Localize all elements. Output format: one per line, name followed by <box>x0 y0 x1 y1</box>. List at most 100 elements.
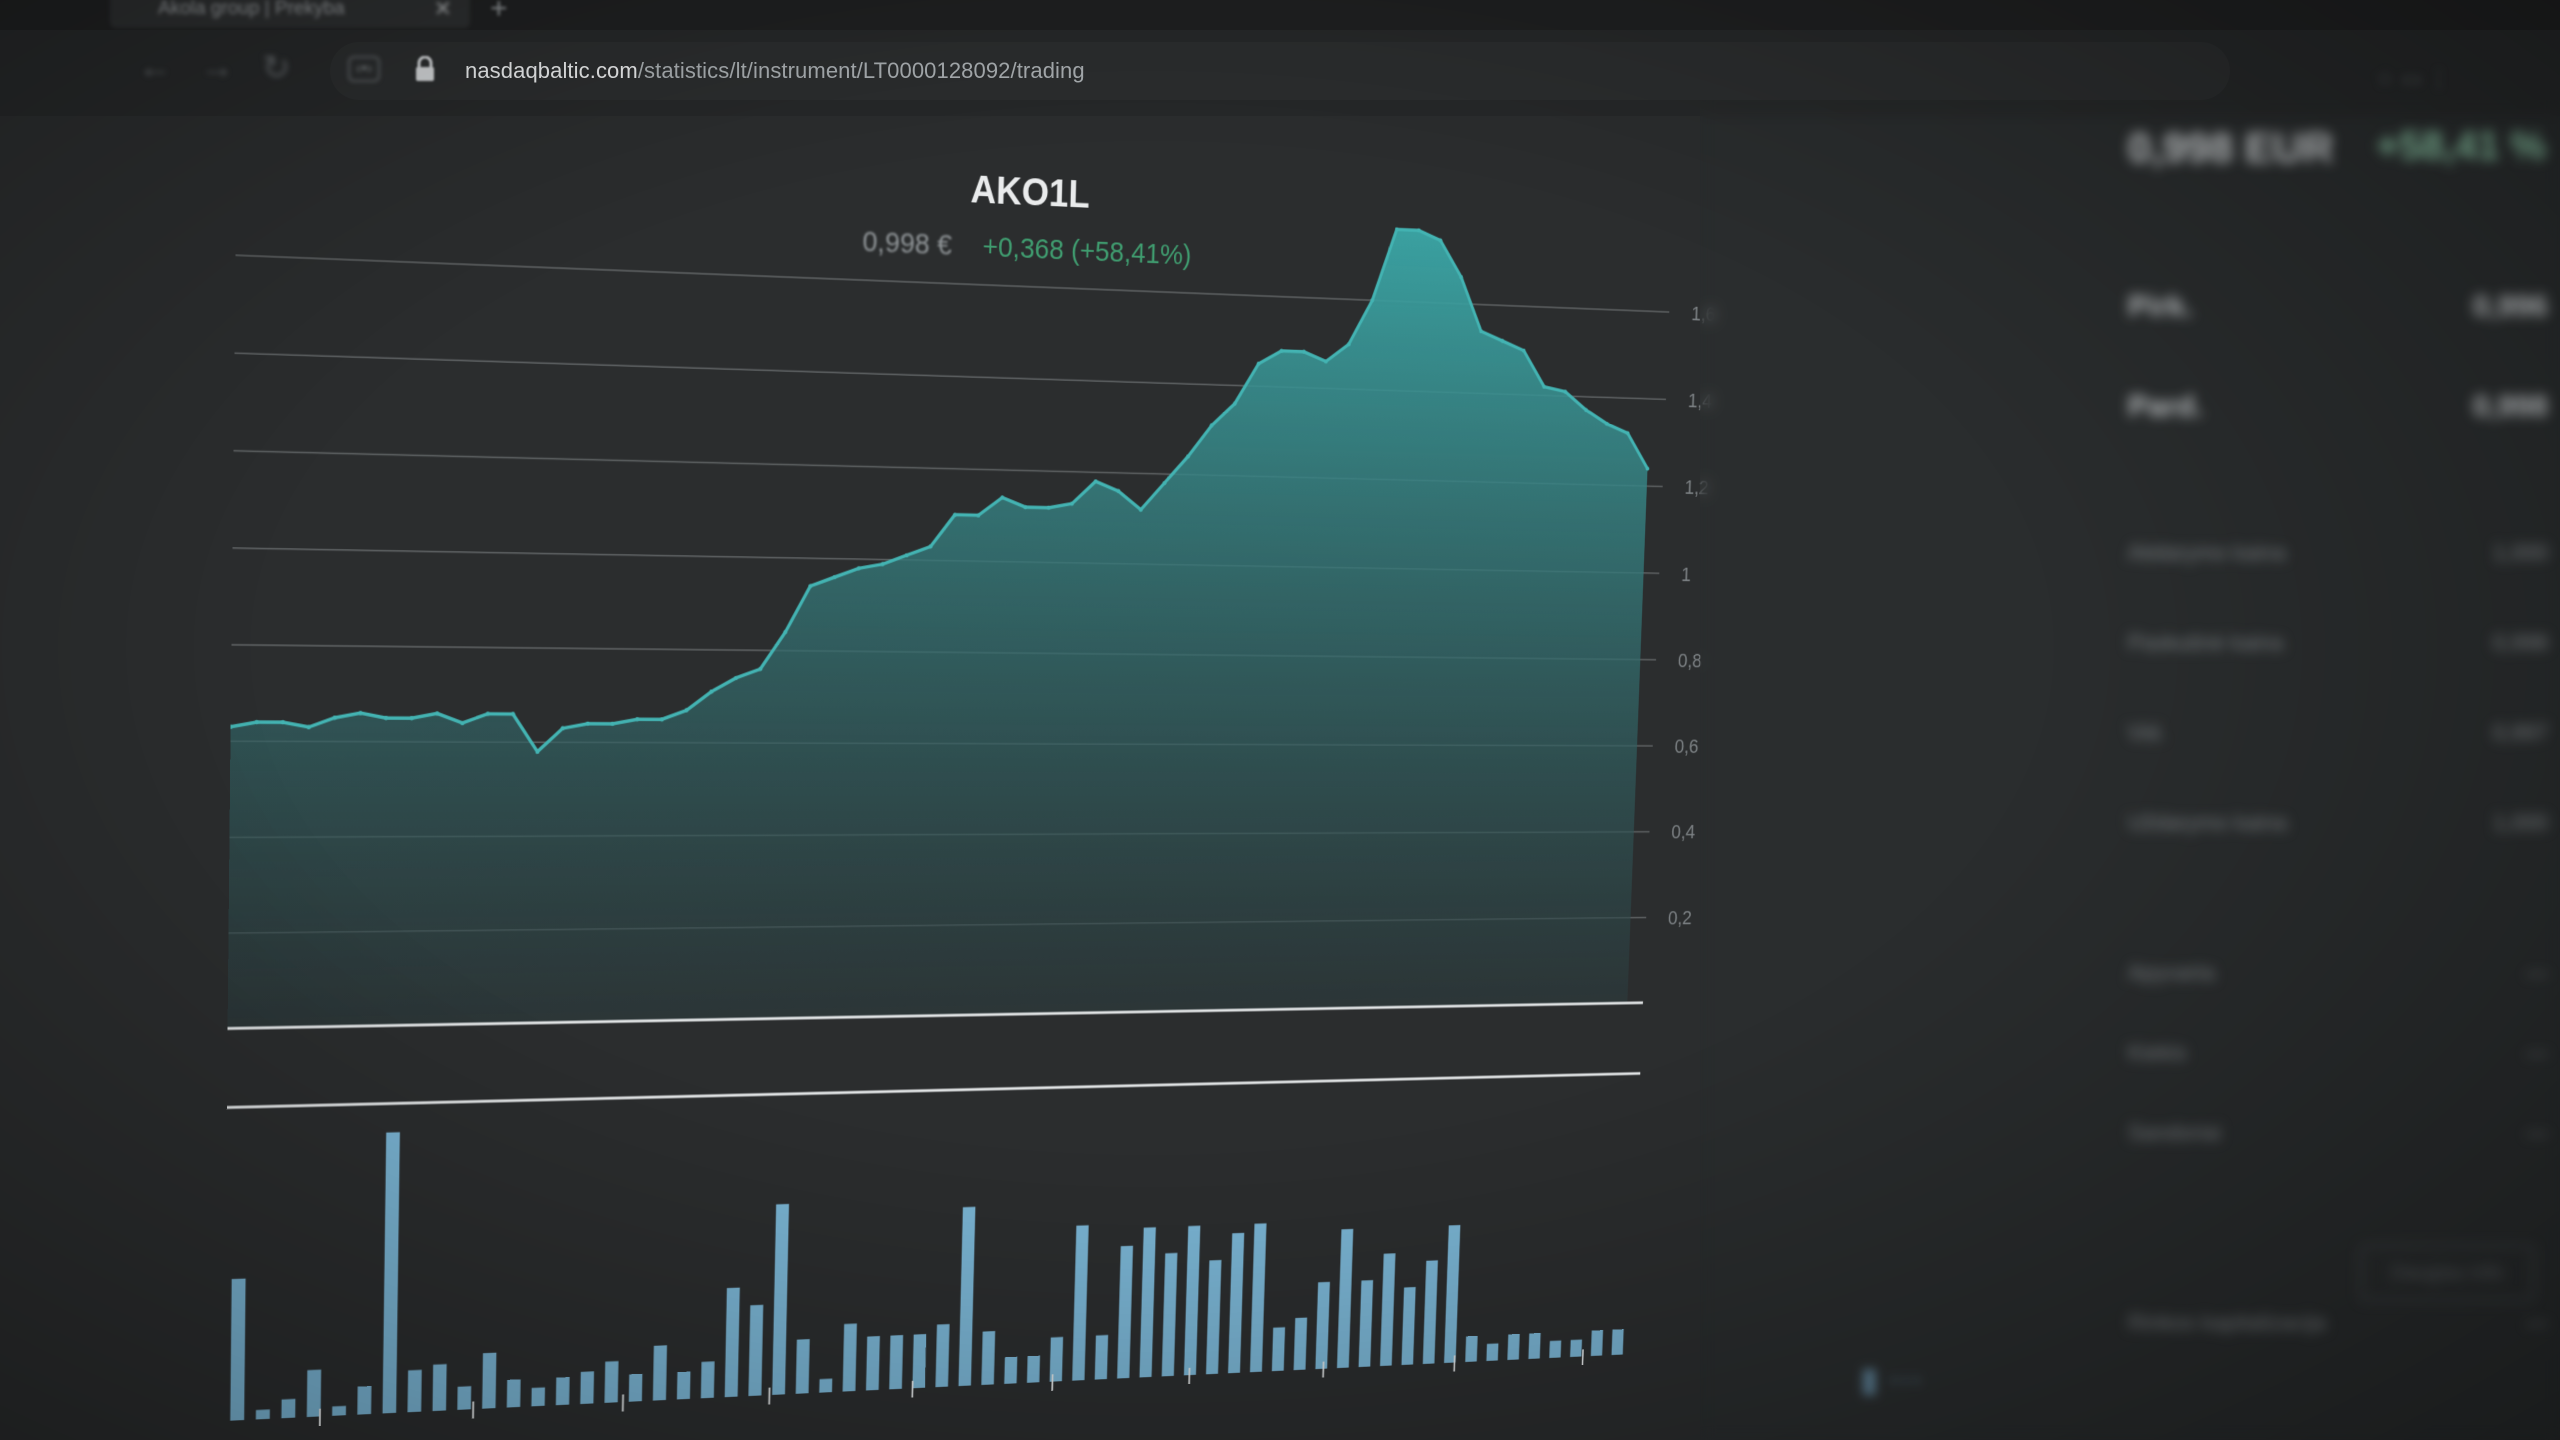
volume-bar[interactable] <box>1549 1340 1562 1359</box>
stats-row: Paskutinė kaina 0,998 <box>2128 630 2548 655</box>
stats-row: Pard. 0,998 <box>2128 390 2548 423</box>
volume-bar[interactable] <box>1094 1334 1109 1380</box>
volume-bar[interactable] <box>1380 1253 1396 1367</box>
more-info-button[interactable]: Daugiau info <box>2360 1245 2534 1301</box>
url-host: nasdaqbaltic.com <box>465 58 638 83</box>
volume-bar[interactable] <box>1528 1332 1541 1360</box>
new-tab-icon[interactable]: + <box>490 0 508 26</box>
x-tick <box>912 1381 913 1409</box>
volume-bar[interactable] <box>407 1369 422 1413</box>
volume-bar[interactable] <box>1026 1355 1041 1383</box>
volume-bar[interactable] <box>1271 1327 1286 1372</box>
price-chart[interactable]: 1,61,41,210,80,60,40,2 ...'19Sau '20Lie … <box>224 122 1737 1431</box>
x-tick <box>1454 1355 1455 1382</box>
volume-bar[interactable] <box>724 1287 740 1398</box>
volume-bar[interactable] <box>1161 1252 1178 1377</box>
volume-bar[interactable] <box>1401 1287 1416 1366</box>
volume-bar[interactable] <box>357 1386 372 1415</box>
volume-bar[interactable] <box>1249 1223 1267 1373</box>
x-tick-label: Sau '21 <box>725 1421 815 1431</box>
x-tick-label: Lie '23 <box>1414 1387 1485 1420</box>
volume-bar[interactable] <box>819 1378 833 1393</box>
volume-bar[interactable] <box>382 1132 400 1414</box>
stats-row: Pirk. 0,996 <box>2128 290 2548 323</box>
volume-bar[interactable] <box>935 1324 950 1388</box>
volume-bar[interactable] <box>1049 1336 1064 1382</box>
volume-bar[interactable] <box>604 1361 619 1403</box>
volume-bar[interactable] <box>842 1323 857 1392</box>
tab-title: Akola group | Prekyba <box>158 0 345 19</box>
reload-icon[interactable]: ↻ <box>262 48 291 88</box>
volume-bar[interactable] <box>1336 1228 1354 1369</box>
volume-bar[interactable] <box>1004 1356 1018 1384</box>
back-arrow-icon[interactable]: ← <box>138 48 172 87</box>
volume-bar[interactable] <box>230 1278 246 1421</box>
volume-bar[interactable] <box>676 1371 691 1400</box>
volume-bar[interactable] <box>1072 1225 1089 1381</box>
volume-bar[interactable] <box>1206 1259 1222 1375</box>
volume-bar[interactable] <box>652 1345 667 1401</box>
volume-bar[interactable] <box>1611 1329 1624 1356</box>
stats-panel: 0,998 EUR +58,41 % Pirk. 0,996 Pard. 0,998… <box>2100 110 2560 1440</box>
volume-bar[interactable] <box>865 1336 880 1391</box>
volume-bar[interactable] <box>958 1206 976 1387</box>
volume-bar[interactable] <box>1183 1225 1201 1376</box>
volume-bar[interactable] <box>1358 1280 1374 1368</box>
site-info-icon[interactable]: ‹•› <box>348 56 381 82</box>
volume-bar[interactable] <box>255 1409 270 1420</box>
stats-row: Rinkos kapitalizacija — <box>2128 1310 2548 1335</box>
volume-bar[interactable] <box>1315 1281 1330 1370</box>
chart-type-icon[interactable]: ▮ ⋯ <box>1860 1360 1922 1400</box>
volume-bar[interactable] <box>795 1339 810 1394</box>
volume-bar[interactable] <box>482 1352 497 1409</box>
stats-row: Vid. 0,997 <box>2128 720 2548 745</box>
volume-bar[interactable] <box>1139 1227 1156 1378</box>
x-tick <box>623 1394 624 1422</box>
stats-row: Apyvarta — <box>2128 960 2548 985</box>
url-text[interactable]: nasdaqbaltic.com/statistics/lt/instrumen… <box>465 58 1085 84</box>
lock-icon[interactable] <box>414 56 436 82</box>
volume-bar[interactable] <box>889 1335 904 1390</box>
stats-row: Atidarymo kaina 1,000 <box>2128 540 2548 565</box>
y-tick-label: 0,8 <box>1678 649 1703 672</box>
volume-bar[interactable] <box>306 1369 322 1418</box>
volume-bar[interactable] <box>1422 1260 1438 1365</box>
volume-bar[interactable] <box>281 1398 296 1419</box>
price-point[interactable] <box>228 723 233 729</box>
forward-arrow-icon[interactable]: → <box>200 48 234 87</box>
volume-bar[interactable] <box>1590 1330 1604 1357</box>
x-tick-label: Sau '22 <box>1010 1407 1097 1431</box>
browser-tab[interactable]: Akola group | Prekyba ✕ <box>110 0 470 28</box>
x-tick <box>769 1388 770 1416</box>
stats-row: Kiekis — <box>2128 1040 2548 1065</box>
volume-bar[interactable] <box>580 1371 595 1405</box>
volume-bar[interactable] <box>700 1361 715 1399</box>
x-tick-label: Sau '23 <box>1282 1393 1365 1427</box>
volume-bar[interactable] <box>1228 1232 1245 1374</box>
volume-bar[interactable] <box>506 1379 521 1408</box>
volume-bar[interactable] <box>457 1386 472 1410</box>
volume-bar[interactable] <box>1507 1333 1520 1360</box>
volume-bar[interactable] <box>332 1405 346 1416</box>
volume-bar[interactable] <box>555 1377 570 1406</box>
volume-bar[interactable] <box>628 1373 643 1402</box>
toolbar-actions[interactable]: ☆ ▭ ⋮ <box>2375 66 2450 92</box>
address-bar[interactable]: ‹•› nasdaqbaltic.com/statistics/lt/instr… <box>330 42 2230 100</box>
volume-bar[interactable] <box>1570 1339 1583 1358</box>
volume-bar[interactable] <box>912 1334 927 1389</box>
x-tick <box>1582 1349 1583 1375</box>
y-tick-label: 0,6 <box>1674 735 1699 757</box>
volume-bar[interactable] <box>1293 1317 1308 1371</box>
volume-bar[interactable] <box>748 1304 764 1397</box>
browser-tab-strip: Akola group | Prekyba ✕ + <box>0 0 2560 30</box>
volume-bar[interactable] <box>1486 1343 1499 1361</box>
x-tick <box>1189 1368 1190 1395</box>
volume-bar[interactable] <box>772 1203 790 1395</box>
close-icon[interactable]: ✕ <box>434 0 452 22</box>
volume-bar[interactable] <box>1444 1225 1461 1364</box>
volume-bar[interactable] <box>1117 1245 1134 1379</box>
volume-bar[interactable] <box>432 1364 447 1412</box>
volume-bar[interactable] <box>981 1331 996 1385</box>
volume-bar[interactable] <box>1465 1335 1478 1363</box>
volume-bar[interactable] <box>531 1387 545 1407</box>
